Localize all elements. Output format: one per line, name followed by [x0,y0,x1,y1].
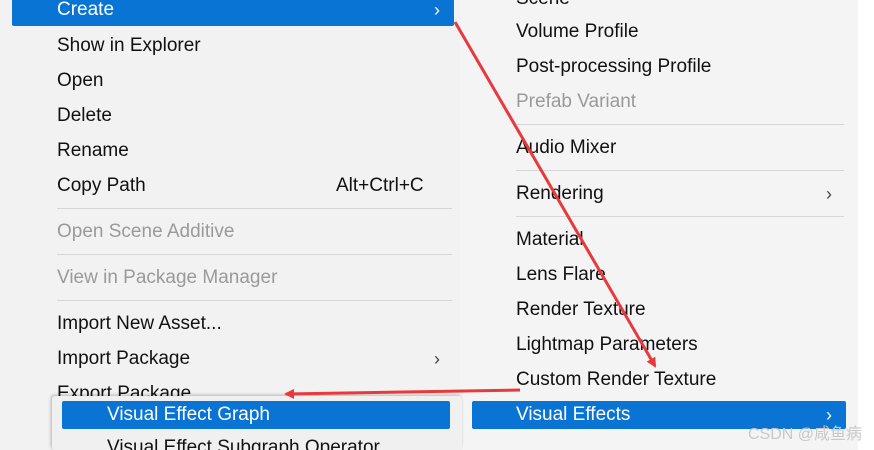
menu-item-label: Rendering [516,183,604,204]
menu-item-label: Prefab Variant [516,91,637,112]
menu-item-custom-render-texture[interactable]: Custom Render Texture [472,364,846,396]
menu-item-audio-mixer[interactable]: Audio Mixer [472,132,846,164]
menu-item-prefab-variant[interactable]: Prefab Variant [472,86,846,118]
menu-item-scene[interactable]: Scene [472,0,846,15]
visual-effects-submenu: Visual Effect Graph Visual Effect Subgra… [52,396,462,450]
menu-item-volume-profile[interactable]: Volume Profile [472,16,846,48]
menu-item-label: Open Scene Additive [57,221,235,242]
menu-item-label: Render Texture [516,299,646,320]
chevron-right-icon: › [826,184,832,204]
menu-item-label: Import Package [57,348,191,369]
menu-separator [516,216,844,217]
menu-separator [57,254,452,255]
context-menu-left: Create › Show in Explorer Open Delete Re… [0,0,460,450]
menu-separator [516,124,844,125]
menu-item-label: Import New Asset... [57,313,222,334]
menu-item-label: Create [57,0,115,20]
menu-item-label: Visual Effect Subgraph Operator [107,437,380,450]
menu-item-label: Audio Mixer [516,137,617,158]
shortcut-label: Alt+Ctrl+C [336,175,424,196]
menu-item-open[interactable]: Open [12,65,454,97]
menu-item-label: Custom Render Texture [516,369,717,390]
chevron-right-icon: › [434,349,440,369]
create-submenu: Scene Volume Profile Post-processing Pro… [460,0,858,450]
menu-item-post-processing-profile[interactable]: Post-processing Profile [472,51,846,83]
menu-item-label: Rename [57,140,129,161]
menu-item-label: Visual Effect Graph [107,404,271,425]
menu-item-open-scene-additive[interactable]: Open Scene Additive [12,216,454,248]
menu-separator [516,170,844,171]
menu-item-label: Open [57,70,104,91]
menu-item-label: Show in Explorer [57,35,201,56]
watermark: CSDN @咸鱼病 [747,426,862,443]
menu-item-create[interactable]: Create › [12,0,454,26]
menu-item-label: Lens Flare [516,264,606,285]
menu-separator [57,300,452,301]
menu-item-label: Visual Effects [516,404,631,425]
menu-item-label: View in Package Manager [57,267,278,288]
menu-item-label: Copy Path [57,175,146,196]
menu-item-label: Post-processing Profile [516,56,712,77]
menu-item-label: Lightmap Parameters [516,334,698,355]
menu-item-import-new-asset[interactable]: Import New Asset... [12,308,454,340]
chevron-right-icon: › [434,0,440,20]
menu-item-visual-effect-graph[interactable]: Visual Effect Graph [62,401,450,429]
menu-item-delete[interactable]: Delete [12,100,454,132]
menu-separator [57,208,452,209]
menu-item-show-in-explorer[interactable]: Show in Explorer [12,30,454,62]
menu-item-label: Scene [516,0,570,15]
menu-item-import-package[interactable]: Import Package › [12,343,454,375]
menu-item-label: Volume Profile [516,21,639,42]
menu-item-rename[interactable]: Rename [12,135,454,167]
menu-item-rendering[interactable]: Rendering › [472,178,846,210]
menu-item-lens-flare[interactable]: Lens Flare [472,259,846,291]
menu-item-lightmap-parameters[interactable]: Lightmap Parameters [472,329,846,361]
menu-item-label: Material [516,229,584,250]
menu-item-label: Delete [57,105,112,126]
menu-item-copy-path[interactable]: Copy Path Alt+Ctrl+C [12,170,454,202]
menu-item-material[interactable]: Material [472,224,846,256]
menu-item-visual-effect-subgraph-operator[interactable]: Visual Effect Subgraph Operator [62,432,450,450]
menu-item-render-texture[interactable]: Render Texture [472,294,846,326]
menu-item-view-in-package-manager[interactable]: View in Package Manager [12,262,454,294]
